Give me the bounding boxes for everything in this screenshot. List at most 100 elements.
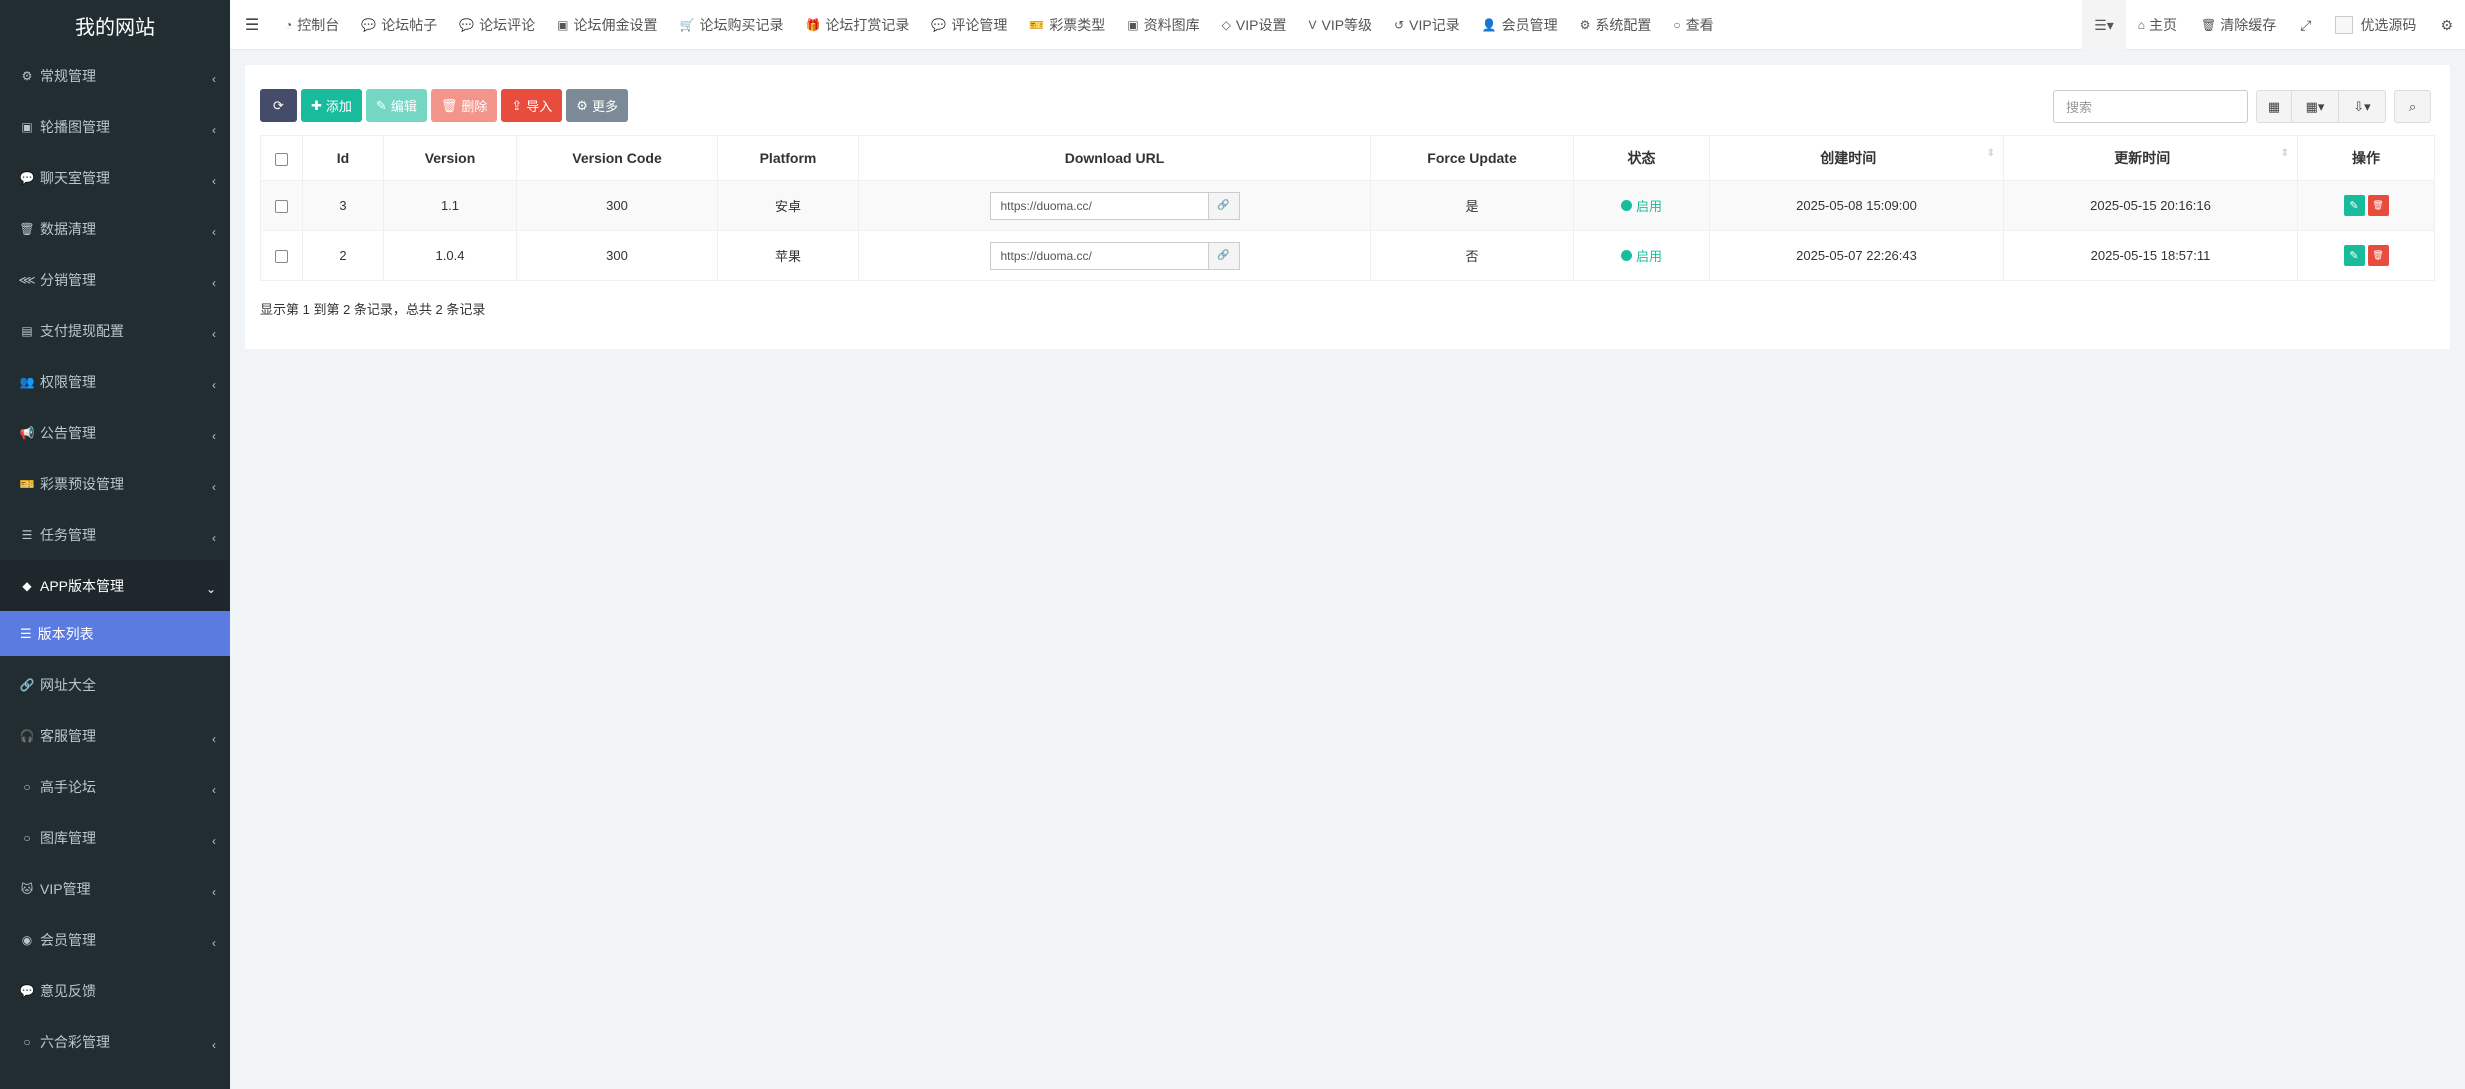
sidebar-item[interactable]: ⋘ 分销管理 ‹	[0, 254, 230, 305]
col-download-url[interactable]: Download URL	[858, 135, 1371, 181]
nav-link[interactable]: 🎁 论坛打赏记录	[794, 0, 920, 50]
sidebar-item-label: 彩票预设管理	[40, 475, 124, 492]
nav-menu-dropdown[interactable]: ☰▾	[2082, 0, 2126, 50]
sidebar-toggle-button[interactable]: ☰	[230, 0, 274, 50]
columns-button[interactable]: ▦▾	[2291, 90, 2339, 123]
nav-link[interactable]: ▣ 论坛佣金设置	[546, 0, 668, 50]
site-logo[interactable]: 我的网站	[0, 0, 230, 50]
search-input[interactable]: 搜索	[2053, 90, 2248, 123]
col-updated[interactable]: 更新时间 ⇕	[2003, 135, 2298, 181]
settings-button[interactable]: ⚙	[2428, 0, 2465, 50]
android-icon: ◆	[22, 578, 32, 593]
content-panel: ⟳ ✚ 添加 ✎ 编辑 🗑 删除 ⇪ 导入 ⚙ 更多 搜索 ▦ ▦▾ ⇩▾ ⌕ Id Ve…	[245, 65, 2450, 349]
sidebar-item[interactable]: ☰ 任务管理 ‹	[0, 509, 230, 560]
sidebar-item[interactable]: 🎫 彩票预设管理 ‹	[0, 458, 230, 509]
sidebar-item-label: 意见反馈	[40, 982, 96, 999]
nav-link[interactable]: 🎫 彩票类型	[1018, 0, 1116, 50]
trash-icon: 🗑	[440, 97, 458, 113]
sidebar-item[interactable]: ◆ APP版本管理 ⌄	[0, 560, 230, 611]
url-field[interactable]: https://duoma.cc/	[989, 241, 1208, 270]
col-force-update[interactable]: Force Update	[1370, 135, 1574, 181]
edit-row-button[interactable]: ✎	[2343, 195, 2365, 216]
status-badge[interactable]: 启用	[1620, 246, 1662, 265]
delete-button[interactable]: 🗑 删除	[430, 89, 498, 122]
nav-link[interactable]: ⚙ 系统配置	[1569, 0, 1663, 50]
nav-link[interactable]: ○ 查看	[1662, 0, 1724, 50]
sidebar-item[interactable]: 📢 公告管理 ‹	[0, 407, 230, 458]
toggle-view-button[interactable]: ▦	[2256, 90, 2292, 123]
col-id[interactable]: Id	[302, 135, 384, 181]
sidebar-item[interactable]: ○ 高手论坛 ‹	[0, 761, 230, 812]
sidebar-item[interactable]: 💬 意见反馈	[0, 965, 230, 1016]
open-link-button[interactable]: 🔗	[1207, 241, 1240, 270]
sidebar: 我的网站 ⚙ 常规管理 ‹ ▣ 轮播图管理 ‹ 💬 聊天室管理 ‹ 🗑 数据清理 ‹ ⋘ 分销管理 ‹ ▤ 支付…	[0, 0, 230, 1089]
col-version[interactable]: Version	[383, 135, 517, 181]
delete-row-button[interactable]: 🗑	[2367, 195, 2389, 216]
row-checkbox[interactable]	[275, 250, 288, 264]
sidebar-item[interactable]: ▤ 支付提现配置 ‹	[0, 305, 230, 356]
clear-cache-link[interactable]: 🗑 清除缓存	[2189, 0, 2288, 50]
nav-link[interactable]: 🛒 论坛购买记录	[669, 0, 795, 50]
col-created-label: 创建时间	[1820, 150, 1877, 166]
add-button[interactable]: ✚ 添加	[301, 89, 362, 122]
search-toggle-button[interactable]: ⌕	[2394, 90, 2431, 123]
money-icon: ▣	[557, 17, 569, 32]
col-created[interactable]: 创建时间 ⇕	[1709, 135, 2004, 181]
fullscreen-button[interactable]: ⤢	[2288, 0, 2323, 50]
refresh-button[interactable]: ⟳	[260, 89, 297, 122]
edit-row-button[interactable]: ✎	[2343, 245, 2365, 266]
chevron-left-icon: ‹	[212, 275, 216, 290]
sidebar-item-label: 任务管理	[40, 526, 96, 543]
nav-link[interactable]: ▣ 资料图库	[1116, 0, 1210, 50]
delete-row-button[interactable]: 🗑	[2367, 245, 2389, 266]
gift-icon: 🎁	[805, 17, 821, 32]
sidebar-item[interactable]: 🔗 网址大全	[0, 659, 230, 710]
edit-button[interactable]: ✎ 编辑	[365, 89, 427, 122]
sidebar-item[interactable]: 🗑 数据清理 ‹	[0, 203, 230, 254]
sidebar-item[interactable]: ▣ 轮播图管理 ‹	[0, 101, 230, 152]
sidebar-item[interactable]: 🎧 客服管理 ‹	[0, 710, 230, 761]
more-button[interactable]: ⚙ 更多	[566, 89, 628, 122]
row-checkbox[interactable]	[275, 200, 288, 214]
sidebar-subitem-version-list[interactable]: ☰ 版本列表	[0, 611, 230, 656]
nav-link[interactable]: 💬 评论管理	[920, 0, 1018, 50]
nav-link[interactable]: ↺ VIP记录	[1383, 0, 1471, 50]
user-menu[interactable]: 优选源码	[2323, 0, 2428, 50]
col-platform[interactable]: Platform	[717, 135, 859, 181]
sidebar-item[interactable]: ○ 六合彩管理 ‹	[0, 1016, 230, 1067]
cell-platform: 安卓	[717, 180, 859, 231]
sidebar-item[interactable]: ⚙ 常规管理 ‹	[0, 50, 230, 101]
status-badge[interactable]: 启用	[1620, 196, 1662, 215]
home-link[interactable]: ⌂ 主页	[2126, 0, 2189, 50]
comment-icon: 💬	[19, 983, 35, 998]
url-field[interactable]: https://duoma.cc/	[989, 191, 1208, 220]
cell-force-update: 否	[1370, 230, 1574, 281]
export-button[interactable]: ⇩▾	[2338, 90, 2386, 123]
open-link-button[interactable]: 🔗	[1207, 191, 1240, 220]
sidebar-item[interactable]: 🐱 VIP管理 ‹	[0, 863, 230, 914]
cogs-icon: ⚙	[2440, 16, 2453, 33]
sidebar-item[interactable]: ○ 图库管理 ‹	[0, 812, 230, 863]
sidebar-item-label: 会员管理	[40, 931, 96, 948]
sidebar-item-label: 聊天室管理	[40, 169, 110, 186]
nav-link[interactable]: 💬 论坛评论	[448, 0, 546, 50]
comments-icon: 💬	[19, 170, 35, 185]
columns-icon: ▦▾	[2305, 98, 2325, 114]
col-status[interactable]: 状态	[1573, 135, 1710, 181]
nav-link-label: 论坛佣金设置	[573, 16, 658, 33]
link-icon: 🔗	[1217, 250, 1230, 261]
sidebar-item[interactable]: 💬 聊天室管理 ‹	[0, 152, 230, 203]
nav-link[interactable]: ◇ VIP设置	[1211, 0, 1298, 50]
sidebar-item[interactable]: ◉ 会员管理 ‹	[0, 914, 230, 965]
import-button[interactable]: ⇪ 导入	[501, 89, 563, 122]
nav-link[interactable]: 👤 会员管理	[1471, 0, 1569, 50]
col-version-code[interactable]: Version Code	[516, 135, 718, 181]
diamond-icon: ◇	[1221, 17, 1231, 32]
select-all-checkbox[interactable]	[275, 152, 288, 166]
nav-link[interactable]: ◔ 控制台	[274, 0, 350, 50]
nav-link[interactable]: 💬 论坛帖子	[350, 0, 448, 50]
nav-link[interactable]: V VIP等级	[1297, 0, 1383, 50]
status-label: 启用	[1635, 199, 1662, 214]
sidebar-item[interactable]: 👥 权限管理 ‹	[0, 356, 230, 407]
pencil-icon: ✎	[2349, 250, 2359, 262]
